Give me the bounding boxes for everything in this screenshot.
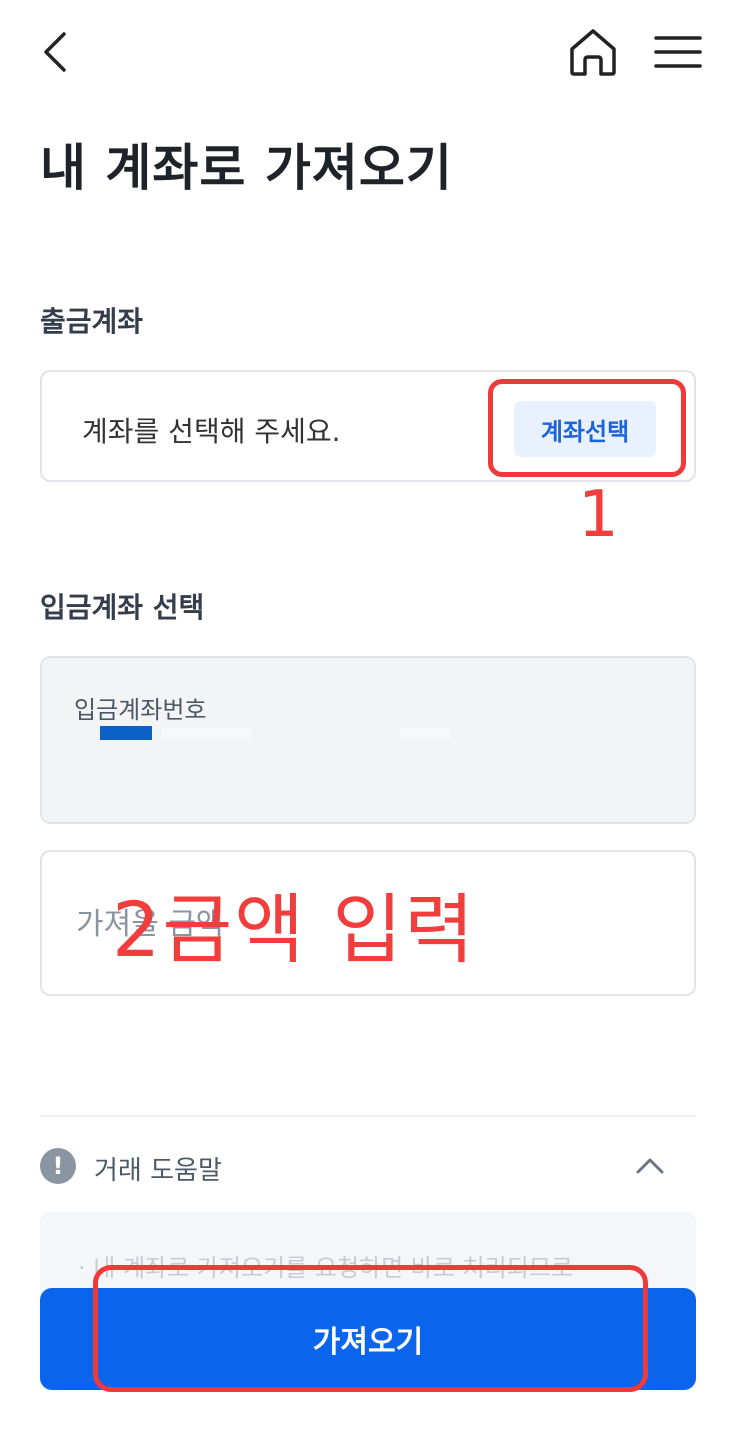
account-number-mask (100, 726, 152, 740)
help-title: 거래 도움말 (94, 1156, 222, 1186)
account-number-redaction-2 (400, 728, 450, 740)
account-number-redaction (162, 728, 252, 740)
exclamation-circle-icon: ! (40, 1148, 76, 1184)
deposit-section-label: 입금계좌 선택 (40, 591, 205, 624)
annotation-step2-label: 2금액 입력 (112, 885, 477, 974)
chevron-left-icon (44, 32, 66, 72)
annotation-box-step1 (488, 379, 686, 477)
annotation-step1-label: 1 (578, 478, 619, 552)
help-toggle[interactable]: ! 거래 도움말 (40, 1140, 696, 1192)
chevron-up-icon (636, 1158, 664, 1174)
deposit-account-field: 입금계좌번호 (40, 656, 696, 824)
hamburger-menu-icon (654, 36, 702, 68)
page-title: 내 계좌로 가져오기 (40, 139, 453, 197)
deposit-account-label: 입금계좌번호 (74, 696, 207, 724)
withdrawal-account-placeholder: 계좌를 선택해 주세요. (82, 415, 341, 448)
home-icon (570, 29, 616, 76)
back-button[interactable] (28, 22, 84, 82)
annotation-box-submit (93, 1265, 648, 1392)
divider (40, 1115, 696, 1117)
home-button[interactable] (562, 22, 624, 82)
menu-button[interactable] (648, 22, 708, 82)
withdrawal-section-label: 출금계좌 (40, 305, 144, 338)
